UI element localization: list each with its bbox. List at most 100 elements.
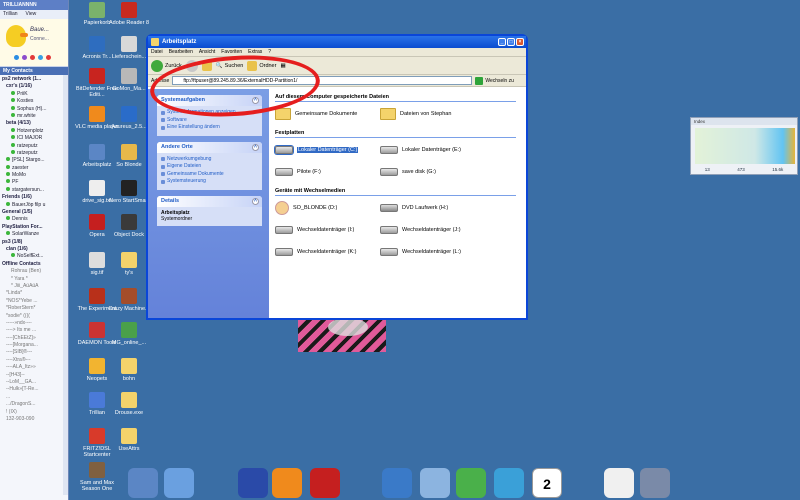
contact-item[interactable]: ----> Its me ... [2,327,68,334]
desktop-icon[interactable]: Adobe Reader 8 [106,2,152,26]
recycle-icon[interactable] [494,468,524,498]
close-button[interactable]: × [516,38,524,46]
drive-item[interactable]: Lokaler Datenträger (E:) [380,143,490,157]
contact-item[interactable]: --[H43]-- [2,372,68,379]
explorer-titlebar[interactable]: Arbeitsplatz _ □ × [148,36,526,48]
magnifier-icon[interactable] [420,468,450,498]
contact-item[interactable]: mr.white [2,112,68,120]
contact-item[interactable]: ----[SIB]®--- [2,349,68,356]
drive-item[interactable]: Wechseldatenträger (K:) [275,245,380,259]
trillian-titlebar[interactable]: TRILLIANNNN [0,0,68,10]
task-link[interactable]: Eine Einstellung ändern [161,124,258,132]
contact-item[interactable]: ----ÄLÄ_Itz»» [2,364,68,371]
contact-item[interactable]: *RoberStern* [2,305,68,312]
maximize-button[interactable]: □ [507,38,515,46]
details-header[interactable]: Details ˄ [157,195,262,207]
task-link[interactable]: Systemsteuerung [161,178,258,186]
desktop-icon[interactable]: Drouse.exe [106,392,152,416]
contact-item[interactable]: * Yara * [2,276,68,283]
desktop-icon[interactable]: MG_online_... [106,322,152,346]
contact-group[interactable]: beta (4/13) [2,120,68,127]
contact-item[interactable]: Kosties [2,98,68,105]
contact-group[interactable]: clan (1/6) [2,246,68,253]
trillian-window[interactable]: TRILLIANNNN Trillian View Baue... Conne.… [0,0,69,500]
contact-item[interactable]: ratzeputz [2,142,68,150]
contact-item[interactable]: PriiK [2,90,68,98]
task-link[interactable]: Gemeinsame Dokumente [161,171,258,179]
contact-item[interactable]: PF [2,179,68,186]
trillian-menu-view[interactable]: View [26,10,37,19]
drive-item[interactable]: Wechseldatenträger (J:) [380,223,490,237]
contact-item[interactable]: Hotzenplotz [2,127,68,135]
task-panel-header[interactable]: Andere Orte ˄ [157,141,262,153]
contact-item[interactable]: NoSelfExt... [2,253,68,260]
note-icon[interactable] [604,468,634,498]
contact-item[interactable]: ICI MAJOR [2,135,68,142]
contact-item[interactable]: -----»ndx---- [2,320,68,327]
go-button[interactable]: Wechseln zu [475,76,514,85]
opera-icon[interactable] [310,468,340,498]
contact-item[interactable]: 132-903-090 [2,416,68,423]
contact-item[interactable]: ... [2,394,68,401]
contact-group[interactable]: General (1/5) [2,209,68,216]
frog-icon[interactable] [456,468,486,498]
meter-widget[interactable]: Index 13 473 15.6k [690,117,798,175]
drive-item[interactable]: SO_BLONDE (D:) [275,201,380,215]
service-status-dot[interactable] [14,55,19,60]
contact-item[interactable]: [PSL] Stargo... [2,157,68,164]
drive-item[interactable]: Pilote (F:) [275,165,380,179]
gear-icon[interactable] [382,468,412,498]
contact-group[interactable]: Friends (1/6) [2,194,68,201]
contact-item[interactable]: * Jiii_ÄüÄüÄ [2,283,68,290]
contact-item[interactable]: MoMo [2,172,68,179]
folder-item[interactable]: Dateien von Stephan [380,107,490,121]
service-status-dot[interactable] [38,55,43,60]
minimize-button[interactable]: _ [498,38,506,46]
service-status-dot[interactable] [46,55,51,60]
contact-group[interactable]: PlayStation For... [2,224,68,231]
service-status-dot[interactable] [30,55,35,60]
desktop-icon[interactable]: UseAttrs [106,428,152,452]
task-link[interactable]: Eigene Dateien [161,163,258,171]
duck-avatar-icon[interactable] [6,25,28,47]
computer-icon[interactable] [128,468,158,498]
drive-item[interactable]: Wechseldatenträger (L:) [380,245,490,259]
calendar-icon[interactable]: 2 [532,468,562,498]
menu-item[interactable]: Bearbeiten [169,48,193,56]
contact-item[interactable]: stargatersun... [2,186,68,194]
desktop-icon[interactable]: bohn [106,358,152,382]
window-icon[interactable] [164,468,194,498]
contact-item[interactable]: Rohrau (Ben) [2,268,68,275]
contacts-header[interactable]: My Contacts [0,67,68,75]
contact-item[interactable]: *NOS*Yebe ... [2,298,68,305]
contact-item[interactable]: Dennis [2,216,68,223]
contact-item[interactable]: ----[Morgana... [2,342,68,349]
contact-list-scrollbar[interactable] [63,75,68,495]
menu-item[interactable]: Ansicht [199,48,215,56]
contact-item[interactable]: zaester [2,164,68,172]
contact-item[interactable]: --LoM__GA... [2,379,68,386]
menu-item[interactable]: ? [268,48,271,56]
menu-item[interactable]: Datei [151,48,163,56]
chevron-up-icon[interactable]: ˄ [252,197,259,205]
contact-item[interactable]: ! (IX) [2,409,68,416]
drive-item[interactable]: DVD Laufwerk (H:) [380,201,490,215]
trillian-profile[interactable]: Baue... Conne... [0,19,68,67]
profile-status[interactable]: Conne... [30,36,49,42]
drive-item[interactable]: Wechseldatenträger (I:) [275,223,380,237]
service-status-dot[interactable] [22,55,27,60]
telescope-icon[interactable] [238,468,268,498]
contact-item[interactable]: --Hulk»[T-Re... [2,386,68,393]
vlc-icon[interactable] [272,468,302,498]
trillian-menu-trillian[interactable]: Trillian [3,10,18,19]
contact-group[interactable]: ps2 network (1... [2,76,68,83]
task-link[interactable]: Netzwerkumgebung [161,156,258,164]
task-link[interactable]: Software [161,117,258,125]
contact-item[interactable]: .../DragonS... [2,401,68,408]
contact-item[interactable]: *sodie* (((( [2,313,68,320]
contact-group[interactable]: Offline Contacts [2,261,68,268]
contact-group[interactable]: ps3 (1/8) [2,239,68,246]
desktop-icon[interactable]: Sam and Max Season One [74,462,120,492]
contact-item[interactable]: Sophus (H)... [2,105,68,113]
drive-item[interactable]: Lokaler Datenträger (C:) [275,143,380,157]
